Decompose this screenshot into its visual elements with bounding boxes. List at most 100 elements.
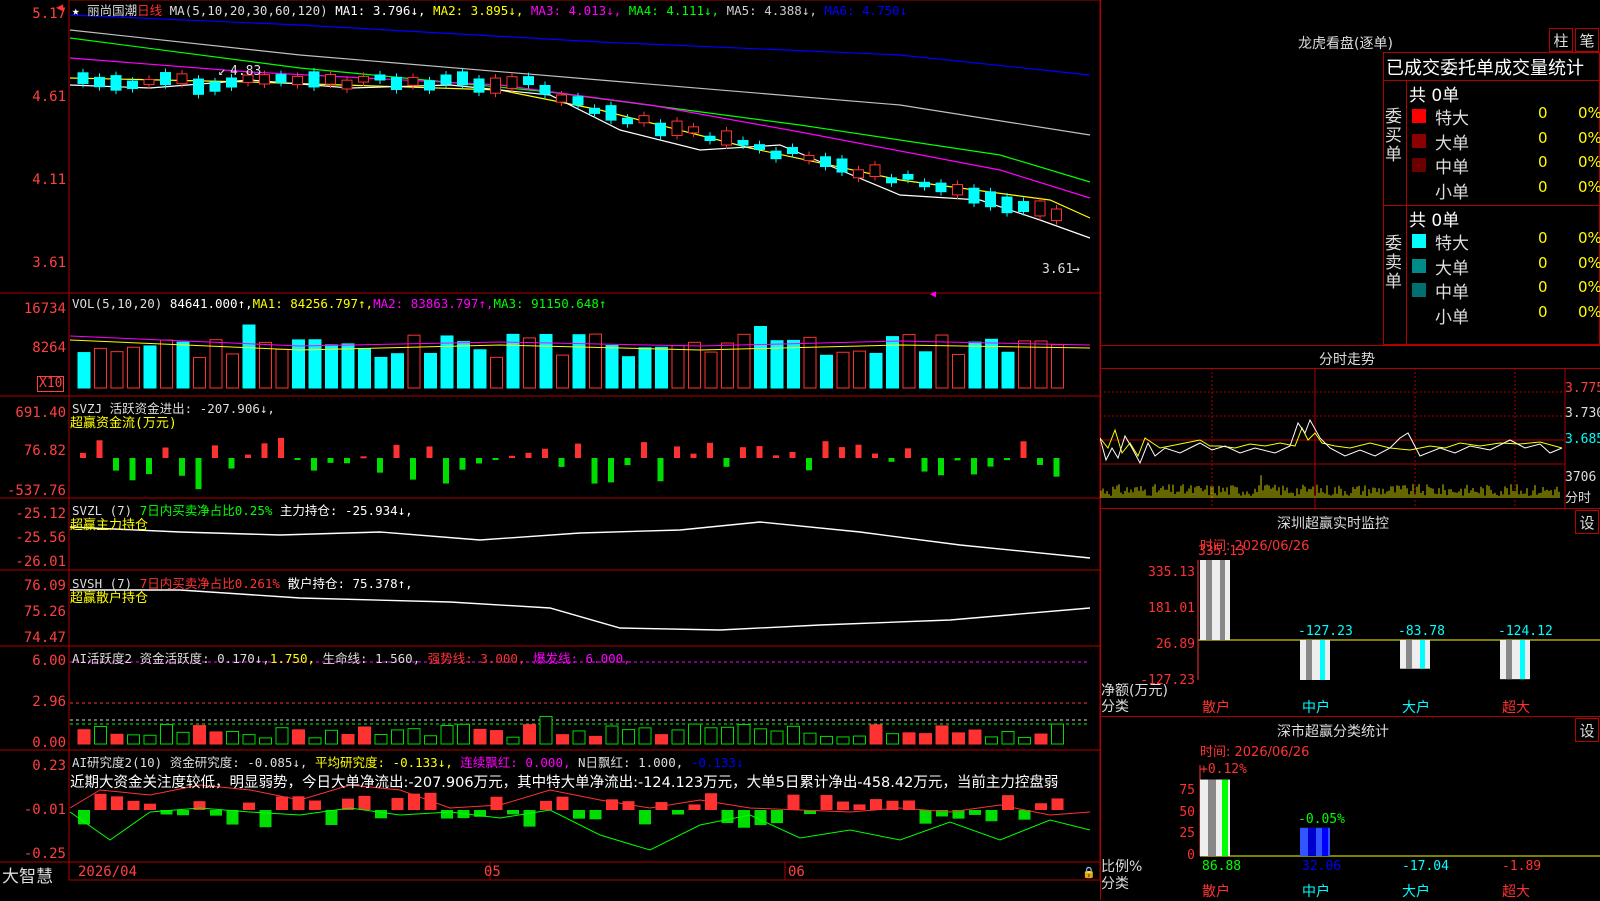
svzj-bar	[113, 458, 119, 471]
price-high-arrow: ↙	[218, 64, 226, 79]
volume-bar	[622, 356, 635, 389]
activity-bar	[952, 732, 965, 745]
ma2-value: MA2: 3.895↓,	[433, 3, 524, 18]
candle-body	[539, 84, 551, 95]
activity-bar	[589, 735, 602, 745]
volume-bar	[391, 353, 404, 389]
candle-body	[902, 173, 914, 180]
ai1-axis-mid: 2.96	[32, 694, 66, 710]
legend-swatch	[1412, 307, 1426, 322]
svzj-bar	[723, 458, 730, 467]
category-label: 中户	[1302, 884, 1330, 900]
candle-body	[143, 79, 155, 85]
order-count: 0	[1538, 128, 1548, 147]
svzj-bar	[344, 458, 350, 464]
candle-body	[622, 117, 633, 125]
volume-bar	[127, 346, 140, 389]
activity-bar	[209, 731, 223, 745]
activity-bar	[490, 730, 503, 745]
svzj-bar	[459, 458, 466, 470]
research-bar	[1018, 810, 1031, 820]
research-bar	[738, 810, 750, 828]
research-bar	[853, 804, 866, 810]
research-bar	[721, 810, 734, 824]
stat-axis-4: 0	[1187, 848, 1195, 863]
activity-bar	[770, 730, 784, 745]
svzj-bar	[179, 458, 185, 476]
activity-bar	[259, 737, 272, 745]
svsh-axis-bottom: 74.47	[23, 630, 66, 646]
order-percent: 0%	[1578, 128, 1600, 147]
order-percent: 0%	[1578, 278, 1600, 296]
bar-mode-button[interactable]: 柱	[1549, 28, 1573, 52]
candlesticks[interactable]	[77, 67, 1062, 225]
cursor-marker-icon: ◀	[930, 289, 936, 300]
brand-label[interactable]: 大智慧	[2, 862, 53, 887]
candle-body	[836, 158, 848, 173]
candle-body	[655, 122, 666, 137]
sz-axis-1: 335.13	[1148, 565, 1195, 580]
order-size-label: 中单	[1435, 283, 1469, 303]
activity-bar	[506, 736, 520, 745]
candle-body	[1018, 201, 1029, 213]
volume-bar	[572, 334, 586, 389]
volume-bar	[935, 334, 949, 389]
volume-bar	[242, 324, 256, 389]
volume-unit-badge[interactable]: X10	[37, 376, 65, 392]
sz-axis-2: 181.01	[1148, 601, 1195, 616]
moving-average-lines	[69, 14, 1091, 239]
research-bar	[276, 796, 288, 810]
svzj-bar	[971, 458, 977, 475]
tick-mode-button[interactable]: 笔	[1575, 28, 1599, 52]
order-size-label: 小单	[1435, 307, 1469, 328]
intraday-chart[interactable]	[1100, 368, 1600, 508]
activity-bar	[721, 726, 734, 745]
ai-research-note: 近期大资金关注度较低，明显弱势，今日大单净流出:-207.906万元，其中特大单…	[70, 775, 1059, 791]
activity-bar	[803, 732, 817, 745]
volume-bar	[110, 351, 124, 389]
research-bar	[177, 810, 189, 816]
volume-bar	[490, 356, 503, 389]
volume-bar	[457, 341, 470, 389]
vol-value: 84641.000↑,	[169, 296, 253, 311]
activity-bar	[622, 729, 635, 745]
svzj-bar	[278, 437, 284, 458]
research-bar	[226, 810, 239, 825]
vol-ma1: MA1: 84256.797↑,	[252, 296, 374, 311]
activity-bar	[853, 735, 866, 745]
sz-stat-settings-button[interactable]: 设	[1575, 718, 1599, 742]
sz-stat-border	[1100, 716, 1600, 717]
stat-axis-3: 25	[1179, 826, 1195, 841]
sz-stat-time: 时间: 2026/06/26	[1200, 745, 1310, 760]
svzj-bar	[1004, 458, 1010, 461]
ai-research-avg: 平均研究度: -0.133↓,	[307, 755, 453, 770]
research-bar	[589, 810, 602, 820]
candle-body	[770, 150, 782, 160]
sell-total: 共 0单	[1409, 211, 1460, 231]
activity-bar	[902, 732, 916, 745]
svzj-bar	[311, 458, 317, 471]
candle-body	[589, 107, 600, 114]
volume-bar	[952, 353, 965, 389]
svzl-value: 主力持仓: -25.934↓,	[272, 503, 413, 518]
svzj-bar	[822, 441, 829, 458]
intraday-axis-vol: 3706	[1565, 470, 1597, 485]
volume-bar	[259, 341, 272, 389]
vol-ma3: MA3: 91150.648↑	[493, 296, 607, 311]
legend-swatch	[1412, 234, 1426, 248]
monitor-bar-value: -83.78	[1398, 624, 1445, 639]
activity-bar	[160, 723, 173, 745]
category-label: 大户	[1402, 884, 1430, 900]
vol-axis-top: 16734	[23, 301, 66, 317]
research-bar	[358, 795, 371, 810]
volume-bar	[1001, 351, 1015, 389]
period-label[interactable]: 日线	[137, 3, 162, 18]
candle-body	[358, 75, 369, 83]
svzj-bar	[1037, 458, 1043, 465]
favorite-star-icon[interactable]: ★	[72, 3, 80, 18]
lock-icon[interactable]: 🔒	[1082, 866, 1096, 879]
volume-bar	[424, 352, 437, 389]
research-bar	[1035, 803, 1047, 810]
candle-body	[985, 191, 996, 208]
sz-monitor-settings-button[interactable]: 设	[1575, 510, 1599, 534]
